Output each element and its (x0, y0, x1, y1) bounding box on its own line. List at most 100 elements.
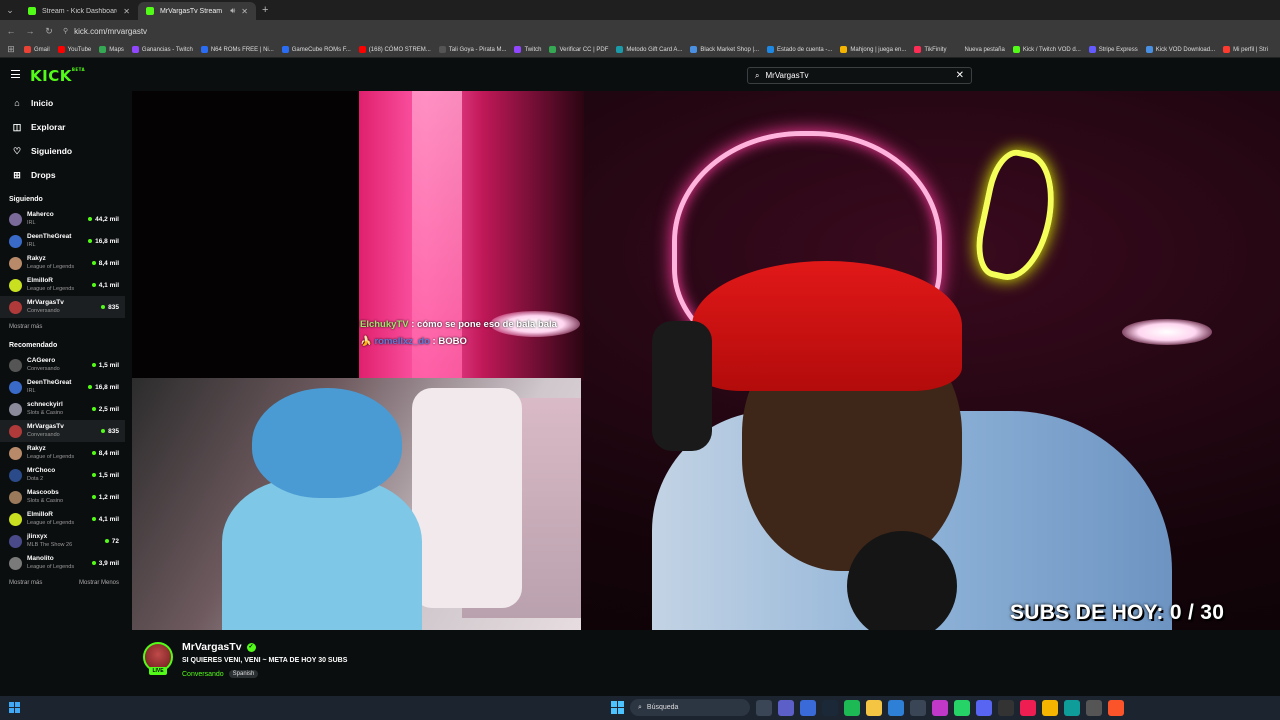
bookmark-item[interactable]: Maps (99, 46, 124, 53)
folder-icon[interactable] (866, 699, 882, 716)
bookmark-item[interactable]: TikFinity (914, 46, 946, 53)
forward-icon[interactable]: → (25, 26, 35, 36)
bookmark-item[interactable]: Kick / Twitch VOD d... (1012, 46, 1081, 53)
show-more-button[interactable]: Mostrar más (9, 324, 42, 330)
bookmark-item[interactable]: YouTube (57, 46, 92, 53)
chat-username: ElchukyTV (360, 319, 409, 330)
tab-kick-dashboard[interactable]: Stream - Kick Dashboard ✕ (20, 2, 138, 20)
bookmark-item[interactable]: N64 ROMs FREE | Ni... (200, 46, 274, 53)
bookmark-item[interactable]: Mi perfil | Stri (1223, 46, 1268, 53)
language-tag[interactable]: Spanish (228, 670, 259, 678)
bookmark-item[interactable]: Tali Goya - Pirata M... (438, 46, 506, 53)
widgets-icon[interactable] (9, 702, 20, 713)
chat-icon[interactable] (778, 699, 794, 716)
channel-list-item[interactable]: ElmilloR League of Legends 4,1 mil (0, 508, 125, 530)
stream-category[interactable]: Conversando (182, 671, 224, 678)
tiktok-icon[interactable] (1020, 699, 1036, 716)
viewer-count-text: 44,2 mil (95, 215, 119, 223)
sidebar-item-explorar[interactable]: ◫ Explorar (0, 115, 125, 139)
back-icon[interactable]: ← (6, 26, 16, 36)
bookmark-label: YouTube (67, 46, 92, 53)
steam-icon[interactable] (822, 699, 838, 716)
calendar-icon[interactable] (910, 699, 926, 716)
channel-list-item[interactable]: jlinxyx MLB The Show 26 72 (0, 530, 125, 552)
channel-list-item[interactable]: CAGeero Conversando 1,5 mil (0, 354, 125, 376)
site-info-icon[interactable]: ⚲ (63, 27, 68, 35)
channel-meta: DeenTheGreat IRL (27, 379, 88, 395)
channel-list-item[interactable]: Rakyz League of Legends 8,4 mil (0, 442, 125, 464)
chrome-icon[interactable] (1042, 699, 1058, 716)
channel-list-item[interactable]: ElmilloR League of Legends 4,1 mil (0, 274, 125, 296)
channel-meta: Rakyz League of Legends (27, 255, 92, 271)
sidebar-item-drops[interactable]: ⊞ Drops (0, 163, 125, 187)
sidebar-item-inicio[interactable]: ⌂ Inicio (0, 91, 125, 115)
channel-avatar (9, 512, 22, 526)
bookmark-item[interactable]: Nueva pestaña (954, 46, 1005, 53)
channel-list-item[interactable]: schneckyirl Slots & Casino 2,5 mil (0, 398, 125, 420)
channel-list-item[interactable]: Rakyz League of Legends 8,4 mil (0, 252, 125, 274)
bookmark-item[interactable]: Verificar CC | PDF (549, 46, 608, 53)
brave-icon[interactable] (1108, 699, 1124, 716)
whatsapp-icon[interactable] (954, 699, 970, 716)
bookmark-favicon-icon (99, 46, 107, 53)
speaker-icon[interactable]: 🔊︎ (230, 6, 235, 16)
show-less-button[interactable]: Mostrar Menos (79, 580, 119, 586)
edge-icon[interactable] (1064, 699, 1080, 716)
bookmark-item[interactable]: Black Market Shop |... (690, 46, 759, 53)
bookmark-label: Twitch (524, 46, 542, 53)
viewer-count-text: 8,4 mil (98, 259, 119, 267)
discord-icon[interactable] (976, 699, 992, 716)
kick-logo[interactable]: KICKBETA (30, 67, 85, 85)
bookmark-label: Ganancias - Twitch (141, 46, 193, 53)
channel-list-item[interactable]: MrVargasTv Conversando 835 (0, 420, 125, 442)
tab-mrvargastv[interactable]: MrVargasTv Stream - Watch 🔊︎ ✕ (138, 2, 256, 20)
show-more-button[interactable]: Mostrar más (9, 580, 42, 586)
apps-grid-icon[interactable]: ⊞ (6, 44, 16, 55)
bookmark-item[interactable]: Kick VOD Download... (1145, 46, 1215, 53)
search-input[interactable]: ⌕ MrVargasTv ✕ (747, 67, 972, 84)
sidebar-item-siguiendo[interactable]: ♡ Siguiendo (0, 139, 125, 163)
app-icon[interactable] (800, 699, 816, 716)
viewer-count: 4,1 mil (91, 516, 119, 523)
bookmark-item[interactable]: Metodo Gift Card A... (616, 46, 682, 53)
channel-list-item[interactable]: Maherco IRL 44,2 mil (0, 208, 125, 230)
bookmark-favicon-icon (767, 46, 775, 53)
bookmark-item[interactable]: Stripe Express (1088, 46, 1138, 53)
menu-icon[interactable] (11, 70, 20, 78)
channel-list-item[interactable]: MrVargasTv Conversando 835 (0, 296, 125, 318)
bookmark-item[interactable]: (168) CÓMO STREM... (358, 46, 431, 53)
viewer-count-text: 1,2 mil (98, 493, 119, 501)
start-icon[interactable] (611, 701, 624, 714)
bookmark-item[interactable]: Estado de cuenta -... (767, 46, 832, 53)
bookmark-item[interactable]: Ganancias - Twitch (131, 46, 193, 53)
channel-list-item[interactable]: DeenTheGreat IRL 16,8 mil (0, 376, 125, 398)
close-tab-icon[interactable]: ✕ (241, 7, 248, 16)
bookmark-item[interactable]: GameCube ROMs F... (281, 46, 351, 53)
channel-list-item[interactable]: Manolito League of Legends 3,9 mil (0, 552, 125, 574)
channel-category: IRL (27, 220, 36, 226)
bookmark-item[interactable]: Twitch (514, 46, 541, 53)
spotify-icon[interactable] (844, 699, 860, 716)
taskbar-search[interactable]: ⌕ Búsqueda (630, 699, 750, 716)
channel-list-item[interactable]: DeenTheGreat IRL 16,8 mil (0, 230, 125, 252)
clear-search-icon[interactable]: ✕ (956, 70, 964, 81)
store-icon[interactable] (888, 699, 904, 716)
tab-search-icon[interactable]: ⌄ (0, 0, 20, 20)
channel-name[interactable]: MrVargasTv (182, 641, 242, 653)
settings-icon[interactable] (1086, 699, 1102, 716)
channel-list-item[interactable]: MrChoco Dota 2 1,5 mil (0, 464, 125, 486)
channel-list-item[interactable]: Mascoobs Slots & Casino 1,2 mil (0, 486, 125, 508)
close-tab-icon[interactable]: ✕ (123, 7, 130, 16)
task-view-icon[interactable] (756, 699, 772, 716)
url-field[interactable]: ⚲ kick.com/mrvargastv (63, 27, 147, 36)
viewer-count-text: 16,8 mil (95, 237, 119, 245)
video-player[interactable]: ElchukyTV : cómo se pone eso de bala bal… (132, 91, 1280, 630)
new-tab-icon[interactable]: + (256, 4, 274, 16)
adobe-icon[interactable] (932, 699, 948, 716)
bookmark-item[interactable]: Gmail (24, 46, 50, 53)
bookmark-favicon-icon (549, 46, 557, 53)
bookmark-item[interactable]: Mahjong | juega en... (840, 46, 906, 53)
reload-icon[interactable]: ↻ (44, 26, 54, 37)
obs-icon[interactable] (998, 699, 1014, 716)
recommended-list: CAGeero Conversando 1,5 mil DeenTheGreat IRL… (0, 354, 125, 574)
